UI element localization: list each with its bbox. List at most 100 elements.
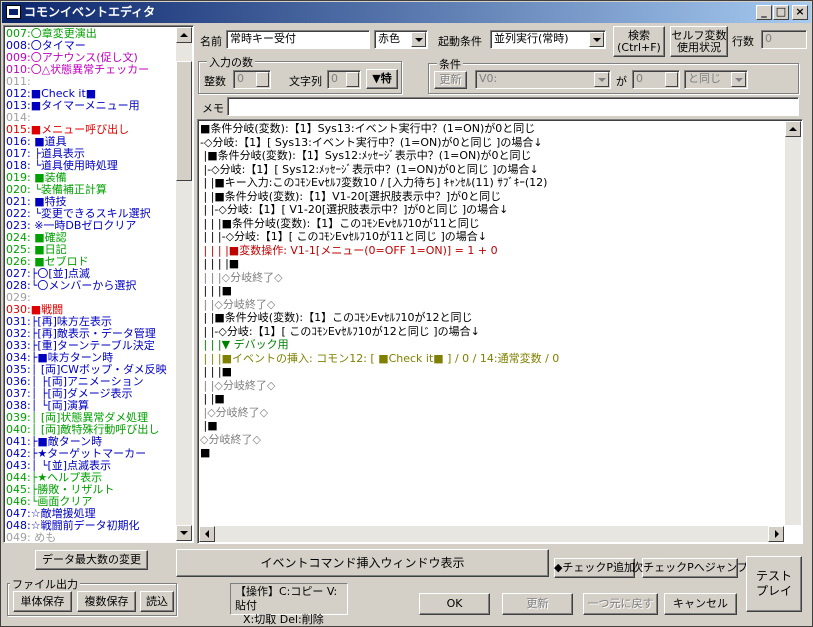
multi-save-button[interactable]: 複数保存 xyxy=(77,591,136,612)
scroll-right-arrow-icon[interactable] xyxy=(768,526,784,542)
command-line[interactable]: ■ xyxy=(200,446,786,460)
self-variable-usage-button[interactable]: セルフ変数 使用状況 xyxy=(670,26,728,57)
list-item[interactable]: 019: ■装備 xyxy=(6,172,178,184)
list-item[interactable]: 034:├■味方ターン時 xyxy=(6,352,178,364)
list-item[interactable]: 011: xyxy=(6,76,178,88)
command-list-vscrollbar[interactable] xyxy=(785,121,801,525)
scroll-left-arrow-icon[interactable] xyxy=(199,526,215,542)
list-item[interactable]: 038:│ └[両]演算 xyxy=(6,400,178,412)
list-item[interactable]: 025: ■日記 xyxy=(6,244,178,256)
list-item[interactable]: 010:〇△状態異常チェッカー xyxy=(6,64,178,76)
list-item[interactable]: 039:│ [両]状態異常ダメ処理 xyxy=(6,412,178,424)
search-button[interactable]: 検索 (Ctrl+F) xyxy=(613,26,665,57)
undo-button[interactable]: 一つ元に戻す xyxy=(583,593,658,615)
list-item[interactable]: 015:■メニュー呼び出し xyxy=(6,124,178,136)
string-count-input[interactable]: 0 xyxy=(327,70,361,89)
list-item[interactable]: 016: ■道具 xyxy=(6,136,178,148)
list-item[interactable]: 030:■戦闘 xyxy=(6,304,178,316)
list-item[interactable]: 040:│ [両]敵特殊行動呼び出し xyxy=(6,424,178,436)
insert-command-window-button[interactable]: イベントコマンド挿入ウィンドウ表示 xyxy=(176,549,549,577)
command-line[interactable]: -◇分岐:【1】[ Sys13:イベント実行中？(1=ON)が0と同じ ]の場合… xyxy=(200,136,786,150)
add-checkpoint-button[interactable]: ◆チェックP追加 xyxy=(554,558,635,578)
command-line[interactable]: | | |◇分岐終了◇ xyxy=(200,271,786,285)
list-item[interactable]: 009:〇アナウンス(促し文) xyxy=(6,52,178,64)
list-item[interactable]: 046:└画面クリア xyxy=(6,496,178,508)
list-item[interactable]: 014: xyxy=(6,112,178,124)
scroll-down-arrow-icon[interactable] xyxy=(176,525,192,541)
memo-input[interactable] xyxy=(227,97,799,116)
special-settings-button[interactable]: ▼特 xyxy=(366,69,398,89)
command-line[interactable]: | |■条件分岐(変数):【1】このｺﾓﾝEvｾﾙﾌ10が12と同じ xyxy=(200,311,786,325)
condition-number-input[interactable]: 0 xyxy=(632,70,680,89)
command-line[interactable]: | |-◇分岐:【1】[ V1-20[選択肢表示中？]が0と同じ ]の場合↓ xyxy=(200,203,786,217)
list-item[interactable]: 013:■タイマーメニュー用 xyxy=(6,100,178,112)
list-item[interactable]: 022: └変更できるスキル選択 xyxy=(6,208,178,220)
command-line[interactable]: |◇分岐終了◇ xyxy=(200,406,786,420)
command-line[interactable]: |■条件分岐(変数):【1】Sys12:ﾒｯｾｰｼﾞ表示中？(1=ON)が0と同… xyxy=(200,149,786,163)
command-line[interactable]: |-◇分岐:【1】[ Sys12:ﾒｯｾｰｼﾞ表示中？(1=ON)が0と同じ ]… xyxy=(200,163,786,177)
list-item[interactable]: 042:├★ターゲットマーカー xyxy=(6,448,178,460)
list-item[interactable]: 041:├■敵ターン時 xyxy=(6,436,178,448)
scroll-thumb[interactable] xyxy=(176,61,192,181)
command-line[interactable]: | | | |■ xyxy=(200,257,786,271)
list-item[interactable]: 043:│ └[並]点滅表示 xyxy=(6,460,178,472)
command-line[interactable]: | | |■条件分岐(変数):【1】このｺﾓﾝEvｾﾙﾌ10が11と同じ xyxy=(200,217,786,231)
condition-variable-select[interactable]: V0: xyxy=(475,70,611,89)
list-item[interactable]: 033:├[重]ターンテーブル決定 xyxy=(6,340,178,352)
ok-button[interactable]: OK xyxy=(419,593,490,615)
single-save-button[interactable]: 単体保存 xyxy=(13,591,72,612)
command-line[interactable]: | |■キー入力:このｺﾓﾝEvｾﾙﾌ変数10 / [入力待ち] ｷｬﾝｾﾙ(1… xyxy=(200,176,786,190)
command-line[interactable]: ◇分岐終了◇ xyxy=(200,433,786,447)
list-item[interactable]: 048:☆戦闘前データ初期化 xyxy=(6,520,178,532)
command-line[interactable]: | |-◇分岐:【1】[ このｺﾓﾝEvｾﾙﾌ10が12と同じ ]の場合↓ xyxy=(200,325,786,339)
string-spinner[interactable] xyxy=(346,72,359,87)
command-line[interactable]: | |■ xyxy=(200,392,786,406)
chevron-down-icon[interactable] xyxy=(594,72,609,87)
condition-update-button[interactable]: 更新 xyxy=(434,71,467,89)
list-item[interactable]: 023: ※一時DBゼロクリア xyxy=(6,220,178,232)
chevron-down-icon[interactable] xyxy=(589,32,604,47)
command-line[interactable]: | |■条件分岐(変数):【1】V1-20[選択肢表示中？]が0と同じ xyxy=(200,190,786,204)
list-item[interactable]: 037:│ ├[両]ダメージ表示 xyxy=(6,388,178,400)
list-item[interactable]: 049: めも xyxy=(6,532,178,542)
list-item[interactable]: 047:☆敵増援処理 xyxy=(6,508,178,520)
list-item[interactable]: 021: ■特技 xyxy=(6,196,178,208)
command-line[interactable]: | |◇分岐終了◇ xyxy=(200,298,786,312)
name-input[interactable]: 常時キー受付 xyxy=(226,30,370,49)
chevron-down-icon[interactable] xyxy=(731,72,746,87)
list-item[interactable]: 026: ■セブロド xyxy=(6,256,178,268)
command-line[interactable]: | | |▼ デバック用 xyxy=(200,338,786,352)
condition-number-spinner[interactable] xyxy=(665,72,678,87)
list-item[interactable]: 031:├[再]味方左表示 xyxy=(6,316,178,328)
common-event-list[interactable]: 007:〇章変更演出 008:〇タイマー 009:〇アナウンス(促し文) 010:〇△… xyxy=(3,25,194,543)
list-item[interactable]: 024: ■確認 xyxy=(6,232,178,244)
change-data-max-button[interactable]: データ最大数の変更 xyxy=(35,550,148,570)
command-line[interactable]: | | |■イベントの挿入: コモン12: [ ■Check it■ ] / 0… xyxy=(200,352,786,366)
maximize-button[interactable]: □ xyxy=(773,5,789,20)
list-item[interactable]: 036:│ ├[両]アニメーション xyxy=(6,376,178,388)
list-item[interactable]: 018: └道具使用時処理 xyxy=(6,160,178,172)
list-item[interactable]: 008:〇タイマー xyxy=(6,40,178,52)
color-select[interactable]: 赤色 xyxy=(374,30,428,49)
close-button[interactable]: × xyxy=(792,5,808,20)
list-item[interactable]: 007:〇章変更演出 xyxy=(6,28,178,40)
command-line[interactable]: | | | |■変数操作: V1-1[メニュー(0=OFF 1=ON)] = 1… xyxy=(200,244,786,258)
command-line[interactable]: |■ xyxy=(200,419,786,433)
command-line[interactable]: | | |■ xyxy=(200,365,786,379)
scroll-up-arrow-icon[interactable] xyxy=(785,121,801,137)
scroll-up-arrow-icon[interactable] xyxy=(176,27,192,43)
list-item[interactable]: 020: └装備補正計算 xyxy=(6,184,178,196)
event-command-list[interactable]: ■条件分岐(変数):【1】Sys13:イベント実行中？(1=ON)が0と同じ -◇… xyxy=(197,119,803,544)
update-button[interactable]: 更新 xyxy=(502,593,573,615)
list-item[interactable]: 017: ├道具表示 xyxy=(6,148,178,160)
list-item[interactable]: 044:├★ヘルプ表示 xyxy=(6,472,178,484)
command-line[interactable]: ■条件分岐(変数):【1】Sys13:イベント実行中？(1=ON)が0と同じ xyxy=(200,122,786,136)
cancel-button[interactable]: キャンセル xyxy=(664,593,737,615)
list-item[interactable]: 045:├勝敗・リザルト xyxy=(6,484,178,496)
load-button[interactable]: 読込 xyxy=(140,591,174,612)
event-list-scrollbar[interactable] xyxy=(176,27,192,541)
list-item[interactable]: 032:├[再]敵表示・データ管理 xyxy=(6,328,178,340)
command-line[interactable]: | |◇分岐終了◇ xyxy=(200,379,786,393)
trigger-select[interactable]: 並列実行(常時) xyxy=(490,30,606,49)
command-line[interactable]: | | |-◇分岐:【1】[ このｺﾓﾝEvｾﾙﾌ10が11と同じ ]の場合↓ xyxy=(200,230,786,244)
